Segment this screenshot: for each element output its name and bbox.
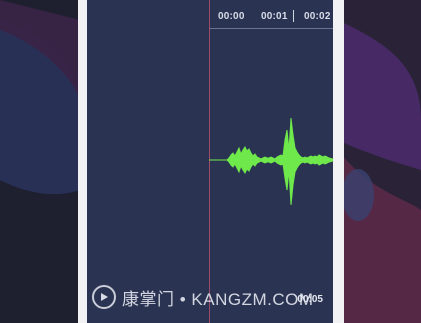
watermark-text: 康掌门 • KANGZM.COM [122,289,314,309]
background-blob-left [0,0,80,195]
play-circle-icon [92,285,116,309]
audio-editor-screen: 00:00 00:01 00:02 00:05 [87,0,333,323]
watermark: 康掌门 • KANGZM.COM [92,284,314,310]
audio-waveform[interactable] [87,0,333,323]
background-blob-right [338,20,421,323]
background-right-panel [338,0,421,323]
background-left-panel [0,0,80,323]
